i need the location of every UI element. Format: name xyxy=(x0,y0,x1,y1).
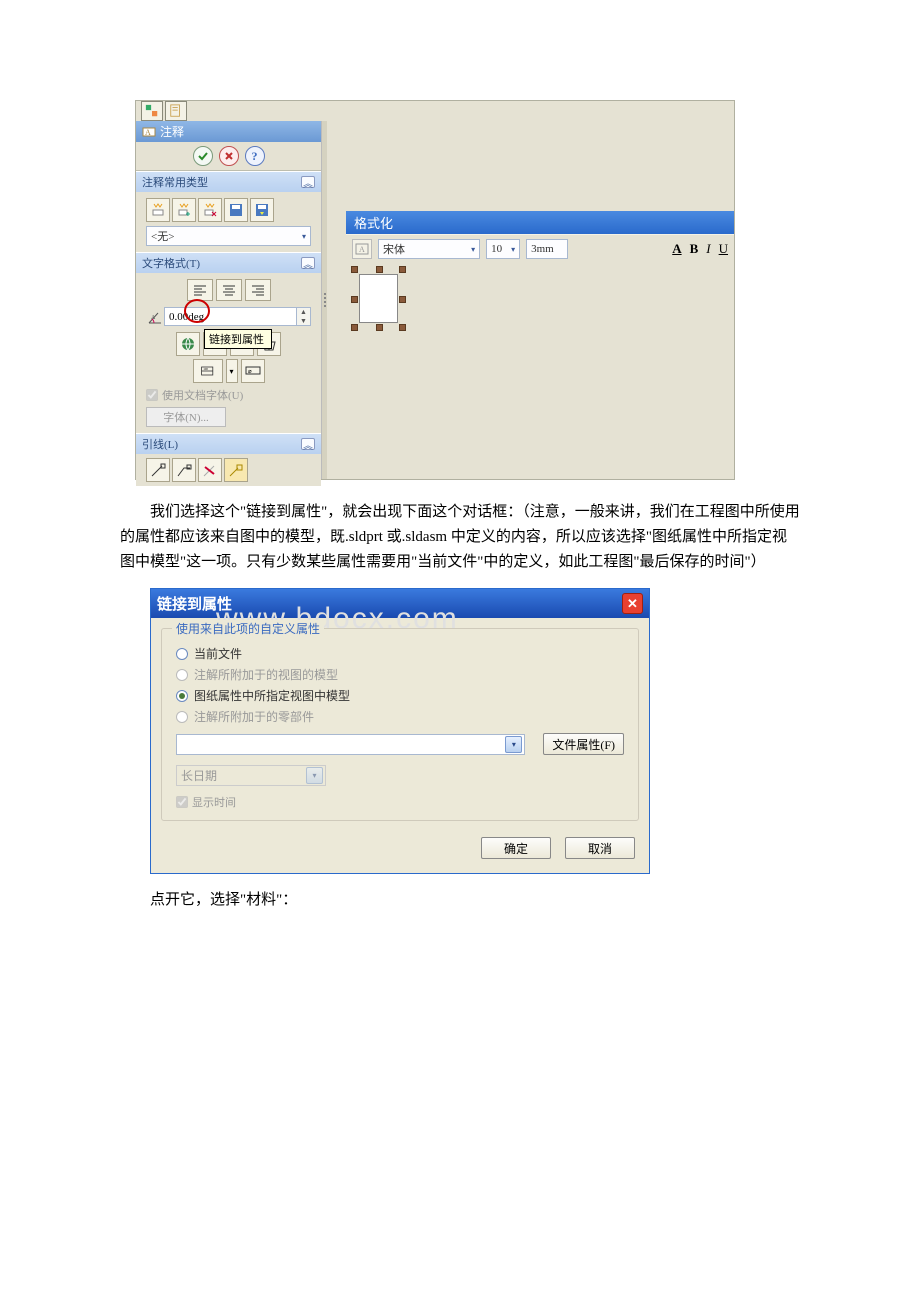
radio-view-model: 注解所附加于的视图的模型 xyxy=(176,666,624,683)
help-button[interactable]: ? xyxy=(245,146,265,166)
angle-field[interactable]: 0.00deg xyxy=(164,307,297,326)
svg-text:A: A xyxy=(145,128,151,137)
resize-handle[interactable] xyxy=(376,266,383,273)
groupbox-legend: 使用来自此项的自定义属性 xyxy=(172,620,324,637)
svg-text:A: A xyxy=(151,315,156,321)
font-button: 字体(N)... xyxy=(146,407,226,427)
radio-sheet-model[interactable]: 图纸属性中所指定视图中模型 xyxy=(176,687,624,704)
align-center-button[interactable] xyxy=(216,279,242,301)
font-unit-dropdown[interactable]: 3mm xyxy=(526,239,568,259)
note-icon: A xyxy=(142,125,156,139)
note-format-icon[interactable]: A xyxy=(352,239,372,259)
use-doc-font-checkbox: 使用文档字体(U) xyxy=(146,387,311,403)
body-paragraph-1: 我们选择这个"链接到属性"，就会出现下面这个对话框：（注意，一般来讲，我们在工程… xyxy=(120,500,800,574)
resize-handle[interactable] xyxy=(351,266,358,273)
svg-text:A: A xyxy=(359,245,365,254)
leader-auto-button[interactable] xyxy=(224,458,248,482)
resize-handle[interactable] xyxy=(399,266,406,273)
font-family-dropdown[interactable]: 宋体▾ xyxy=(378,239,480,259)
svg-text:100: 100 xyxy=(203,367,208,371)
note-edit-box[interactable] xyxy=(351,266,406,331)
ok-button[interactable]: 确定 xyxy=(481,837,551,859)
link-to-property-dialog: 链接到属性 ✕ www.bdocx.com 使用来自此项的自定义属性 当前文件 … xyxy=(150,588,650,874)
cancel-button[interactable]: 取消 xyxy=(565,837,635,859)
dialog-title: 链接到属性 xyxy=(157,593,232,614)
ok-button[interactable] xyxy=(193,146,213,166)
leader-bent-button[interactable] xyxy=(172,458,196,482)
resize-handle[interactable] xyxy=(399,324,406,331)
align-right-button[interactable] xyxy=(245,279,271,301)
resize-handle[interactable] xyxy=(351,324,358,331)
radio-current-file[interactable]: 当前文件 xyxy=(176,645,624,662)
panel-title: A 注释 xyxy=(136,121,321,142)
font-size-dropdown[interactable]: 10▾ xyxy=(486,239,520,259)
insert-hyperlink-button[interactable] xyxy=(176,332,200,356)
resize-handle[interactable] xyxy=(351,296,358,303)
resize-handle[interactable] xyxy=(399,296,406,303)
fit-text-dropdown[interactable]: ▾ xyxy=(226,359,238,383)
style-save-button[interactable] xyxy=(224,198,248,222)
bold-button[interactable]: B xyxy=(690,241,699,257)
date-format-dropdown: 长日期▾ xyxy=(176,765,326,786)
panel-gripper[interactable] xyxy=(321,121,327,479)
align-left-button[interactable] xyxy=(187,279,213,301)
close-button[interactable]: ✕ xyxy=(622,593,643,614)
resize-handle[interactable] xyxy=(376,324,383,331)
show-time-checkbox: 显示时间 xyxy=(176,794,624,810)
angle-spinner[interactable]: ▲▼ xyxy=(297,307,311,326)
cancel-button[interactable] xyxy=(219,146,239,166)
style-preset-dropdown[interactable]: <无>▾ xyxy=(146,226,311,246)
style-new-button[interactable] xyxy=(146,198,170,222)
radio-component: 注解所附加于的零部件 xyxy=(176,708,624,725)
leader-none-button[interactable] xyxy=(198,458,222,482)
underline-button[interactable]: U xyxy=(719,241,728,257)
insert-gtol-button[interactable]: ⌀ xyxy=(241,359,265,383)
collapse-toggle[interactable]: ︽ xyxy=(301,257,315,269)
property-tab[interactable] xyxy=(165,101,187,121)
style-load-button[interactable] xyxy=(250,198,274,222)
fit-text-button[interactable]: 100 xyxy=(193,359,223,383)
section-header-textfmt[interactable]: 文字格式(T) ︽ xyxy=(136,253,321,273)
section-header-leaders[interactable]: 引线(L) ︽ xyxy=(136,434,321,454)
font-color-button[interactable]: A xyxy=(672,241,681,257)
svg-text:⌀: ⌀ xyxy=(248,369,252,375)
style-delete-button[interactable] xyxy=(198,198,222,222)
section-header-common[interactable]: 注释常用类型 ︽ xyxy=(136,172,321,192)
source-groupbox: 使用来自此项的自定义属性 当前文件 注解所附加于的视图的模型 图纸属性中所指定视… xyxy=(161,628,639,821)
link-to-property-tooltip: 链接到属性 xyxy=(204,329,272,349)
style-add-button[interactable] xyxy=(172,198,196,222)
collapse-toggle[interactable]: ︽ xyxy=(301,438,315,450)
annotation-panel-screenshot: A 注释 ? 注释常用类型 ︽ <无> xyxy=(135,100,735,480)
leader-straight-button[interactable] xyxy=(146,458,170,482)
italic-button[interactable]: I xyxy=(706,241,710,257)
angle-icon: A xyxy=(146,308,164,326)
collapse-toggle[interactable]: ︽ xyxy=(301,176,315,188)
format-toolbar-title: 格式化 xyxy=(346,211,734,234)
file-properties-button[interactable]: 文件属性(F) xyxy=(543,733,624,755)
body-paragraph-2: 点开它，选择"材料"： xyxy=(120,888,800,913)
feature-tree-tab[interactable] xyxy=(141,101,163,121)
property-name-dropdown[interactable]: ▾ xyxy=(176,734,525,755)
